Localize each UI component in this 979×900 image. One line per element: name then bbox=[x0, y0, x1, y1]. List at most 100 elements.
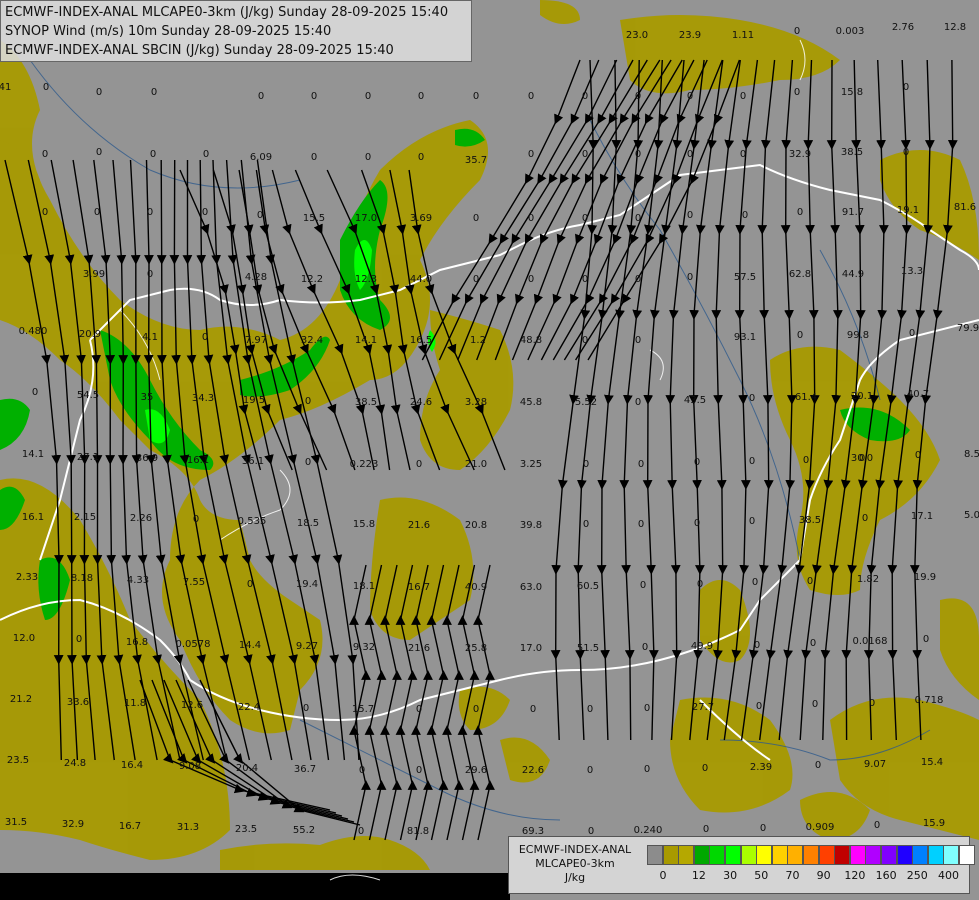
cape-value-label: 0 bbox=[416, 765, 422, 776]
cape-value-label: 19.9 bbox=[914, 572, 936, 583]
cape-value-label: 0.0578 bbox=[176, 639, 211, 650]
cape-value-label: 0.718 bbox=[915, 695, 944, 706]
legend-tick-label: 90 bbox=[816, 869, 831, 882]
cape-value-label: 0 bbox=[582, 149, 588, 160]
cape-value-label: 0 bbox=[635, 397, 641, 408]
cape-value-label: 3.69 bbox=[410, 213, 432, 224]
legend-swatch bbox=[943, 845, 960, 865]
cape-value-label: 36.9 bbox=[136, 453, 158, 464]
cape-value-label: 0 bbox=[582, 213, 588, 224]
cape-value-label: 19.1 bbox=[897, 205, 919, 216]
legend-swatch bbox=[725, 845, 741, 865]
cape-value-label: 0 bbox=[742, 210, 748, 221]
cape-value-label: 0 bbox=[909, 328, 915, 339]
legend-tick-label: 70 bbox=[785, 869, 800, 882]
cape-value-label: 0 bbox=[150, 149, 156, 160]
cape-value-label: 38.5 bbox=[355, 397, 377, 408]
legend-swatch bbox=[662, 845, 679, 865]
cape-value-label: 0.480 bbox=[19, 326, 48, 337]
cape-value-label: 9.08 bbox=[179, 761, 201, 772]
legend-name-line2: MLCAPE0-3km bbox=[535, 857, 615, 870]
cape-value-label: 0 bbox=[358, 826, 364, 837]
cape-value-label: 31.3 bbox=[177, 822, 199, 833]
cape-value-label: 20.4 bbox=[236, 763, 258, 774]
legend-swatch bbox=[927, 845, 944, 865]
legend-name-line1: ECMWF-INDEX-ANAL bbox=[518, 843, 632, 856]
cape-value-label: 30.0 bbox=[851, 453, 873, 464]
cape-value-label: 0.0168 bbox=[853, 636, 888, 647]
cape-value-label: 0 bbox=[640, 580, 646, 591]
cape-value-label: 1.11 bbox=[732, 30, 754, 41]
cape-value-label: 27.7 bbox=[692, 702, 714, 713]
legend-swatch bbox=[834, 845, 851, 865]
cape-value-label: 40.7 bbox=[907, 389, 929, 400]
cape-value-label: 0 bbox=[203, 149, 209, 160]
cape-value-label: 33.6 bbox=[67, 697, 89, 708]
cape-value-label: 11.8 bbox=[124, 698, 146, 709]
cape-value-label: 93.1 bbox=[734, 332, 756, 343]
cape-value-label: 5.0 bbox=[964, 510, 979, 521]
cape-value-label: 0 bbox=[794, 87, 800, 98]
cape-value-label: 0 bbox=[794, 26, 800, 37]
cape-value-label: 16.7 bbox=[408, 582, 430, 593]
cape-value-label: 16.4 bbox=[121, 760, 143, 771]
cape-value-label: 0 bbox=[749, 393, 755, 404]
cape-value-label: 91.7 bbox=[842, 207, 864, 218]
cape-value-label: 0 bbox=[582, 91, 588, 102]
cape-value-label: 8.18 bbox=[71, 573, 93, 584]
cape-value-label: 60.5 bbox=[577, 581, 599, 592]
cape-value-label: 12.8 bbox=[944, 22, 966, 33]
cape-value-label: 0 bbox=[903, 147, 909, 158]
cape-value-label: 0 bbox=[473, 213, 479, 224]
cape-value-label: 23.5 bbox=[7, 755, 29, 766]
cape-value-label: 0 bbox=[635, 91, 641, 102]
cape-value-label: 0 bbox=[754, 640, 760, 651]
cape-value-label: 34.3 bbox=[192, 393, 214, 404]
cape-value-label: 0 bbox=[862, 513, 868, 524]
cape-value-label: 20.1 bbox=[851, 391, 873, 402]
cape-value-label: 23.9 bbox=[679, 30, 701, 41]
cape-value-label: 81.8 bbox=[407, 826, 429, 837]
cape-value-label: 0 bbox=[687, 272, 693, 283]
cape-value-label: 3.99 bbox=[83, 269, 105, 280]
legend-swatch bbox=[959, 845, 975, 865]
cape-value-label: 61.4 bbox=[795, 392, 817, 403]
cape-value-label: 0 bbox=[359, 765, 365, 776]
cape-value-label: 12.6 bbox=[181, 700, 203, 711]
legend-tick-label: 400 bbox=[937, 869, 959, 882]
cape-value-label: 4.28 bbox=[245, 272, 267, 283]
cape-value-label: 9.32 bbox=[353, 642, 375, 653]
cape-value-label: 20.9 bbox=[79, 329, 101, 340]
cape-value-label: 0 bbox=[473, 704, 479, 715]
cape-value-label: 3.25 bbox=[520, 459, 542, 470]
cape-value-label: 0 bbox=[797, 330, 803, 341]
cape-value-label: 0 bbox=[257, 210, 263, 221]
cape-value-label: 0 bbox=[42, 149, 48, 160]
cape-value-label: 19.5 bbox=[243, 395, 265, 406]
cape-value-label: 0 bbox=[702, 763, 708, 774]
cape-value-label: 35 bbox=[141, 392, 154, 403]
cape-value-label: 99.8 bbox=[847, 330, 869, 341]
cape-value-label: 0.240 bbox=[634, 825, 663, 836]
cape-value-label: 0.909 bbox=[806, 822, 835, 833]
cape-value-label: 17.0 bbox=[355, 213, 377, 224]
cape-value-label: 4.1 bbox=[142, 332, 158, 343]
cape-value-label: 9.07 bbox=[864, 759, 886, 770]
cape-value-label: 16.1 bbox=[187, 455, 209, 466]
cape-value-label: 0 bbox=[305, 396, 311, 407]
cape-value-label: 16.7 bbox=[119, 821, 141, 832]
cape-value-label: 0 bbox=[418, 152, 424, 163]
cape-value-label: 2.15 bbox=[74, 512, 96, 523]
cape-value-label: 0 bbox=[803, 455, 809, 466]
cape-value-label: 0 bbox=[96, 147, 102, 158]
cape-value-label: 6.09 bbox=[250, 152, 272, 163]
cape-value-label: 32.9 bbox=[789, 149, 811, 160]
cape-value-label: 32.4 bbox=[301, 335, 323, 346]
title-line-wind: SYNOP Wind (m/s) 10m Sunday 28-09-2025 1… bbox=[5, 24, 332, 39]
cape-value-label: 44.9 bbox=[842, 269, 864, 280]
cape-value-label: 43.5 bbox=[684, 395, 706, 406]
legend-tick-label: 0 bbox=[659, 869, 667, 882]
legend-units: J/kg bbox=[564, 871, 586, 884]
cape-value-label: 55.2 bbox=[293, 825, 315, 836]
cape-value-label: 35.7 bbox=[465, 155, 487, 166]
